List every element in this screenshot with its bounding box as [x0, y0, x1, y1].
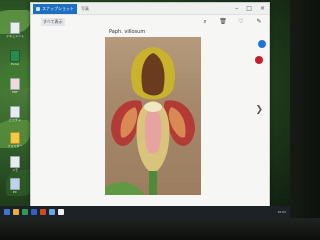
app-tab-label: スナップショット [42, 5, 74, 11]
background-wall [290, 0, 320, 218]
picture-icon [10, 106, 20, 118]
orchid-stem [149, 171, 157, 195]
favorite-icon[interactable]: ♡ [237, 18, 245, 26]
close-button[interactable]: × [260, 5, 265, 12]
desktop-icon-excel[interactable]: Excel [4, 50, 26, 74]
orchid-photo[interactable] [105, 37, 201, 195]
desktop-icon-folder[interactable]: フォルダー [4, 132, 26, 156]
spreadsheet-icon [10, 50, 20, 62]
see-all-button[interactable]: すべて表示 [41, 17, 65, 26]
app-tab[interactable]: スナップショット [33, 3, 77, 14]
pouch-blush [144, 107, 162, 154]
powerpoint-taskbar-icon[interactable] [40, 209, 46, 215]
orchid-leaf [105, 181, 145, 195]
desktop-icon-documents[interactable]: ドキュメント [4, 22, 26, 46]
folder-icon [10, 132, 20, 144]
computer-icon [10, 178, 20, 190]
photos-app-window: スナップショット 写真 – □ × すべて表示 ⌕ 🗑 ♡ ✎ Paph. vi… [30, 2, 270, 207]
delete-icon[interactable]: 🗑 [219, 18, 227, 26]
word-taskbar-icon[interactable] [31, 209, 37, 215]
taskbar: 10:52 [0, 206, 290, 218]
photo-toolbar: すべて表示 ⌕ 🗑 ♡ ✎ [31, 15, 269, 28]
blue-indicator-icon [258, 40, 266, 48]
photos-taskbar-icon[interactable] [49, 209, 55, 215]
window-controls: – □ × [235, 5, 265, 12]
excel-taskbar-icon[interactable] [22, 209, 28, 215]
monitor-bezel [0, 218, 320, 240]
file-explorer-icon[interactable] [13, 209, 19, 215]
desktop-icon-pdf[interactable]: PDF [4, 78, 26, 102]
desktop-icon-notes[interactable]: メモ [4, 156, 26, 180]
desktop-icon-label: PDF [12, 90, 18, 94]
desktop-icon-label: PC [13, 190, 17, 194]
desktop-icon-label: メモ [11, 168, 18, 172]
staminode [144, 102, 162, 112]
desktop-icon-label: ドキュメント [5, 34, 24, 38]
desktop-icon-label: Excel [11, 62, 19, 66]
orchid-illustration [105, 47, 195, 195]
minimize-button[interactable]: – [235, 5, 238, 12]
edit-icon[interactable]: ✎ [255, 18, 263, 26]
document-icon [10, 22, 20, 34]
window-title: 写真 [81, 5, 89, 11]
start-icon[interactable] [4, 209, 10, 215]
desktop-icon-pc[interactable]: PC [4, 178, 26, 202]
toolbar-tools: ⌕ 🗑 ♡ ✎ [201, 18, 263, 26]
note-icon [10, 156, 20, 168]
browser-taskbar-icon[interactable] [58, 209, 64, 215]
next-photo-button[interactable]: ❯ [255, 105, 263, 115]
desktop-icon-label: ピクチャ [9, 118, 21, 122]
taskbar-clock[interactable]: 10:52 [277, 210, 286, 214]
pdf-icon [10, 78, 20, 90]
desktop-icon-label: フォルダー [7, 144, 23, 148]
zoom-icon[interactable]: ⌕ [201, 18, 209, 26]
title-bar: スナップショット 写真 – □ × [31, 3, 269, 15]
red-indicator-icon [255, 56, 263, 64]
desktop-icon-pictures[interactable]: ピクチャ [4, 106, 26, 130]
desktop: ドキュメント Excel PDF ピクチャ フォルダー メモ PC スナップショ… [0, 0, 290, 218]
photo-caption: Paph. villosum [109, 29, 146, 35]
photos-app-icon [36, 6, 40, 11]
maximize-button[interactable]: □ [246, 5, 252, 12]
